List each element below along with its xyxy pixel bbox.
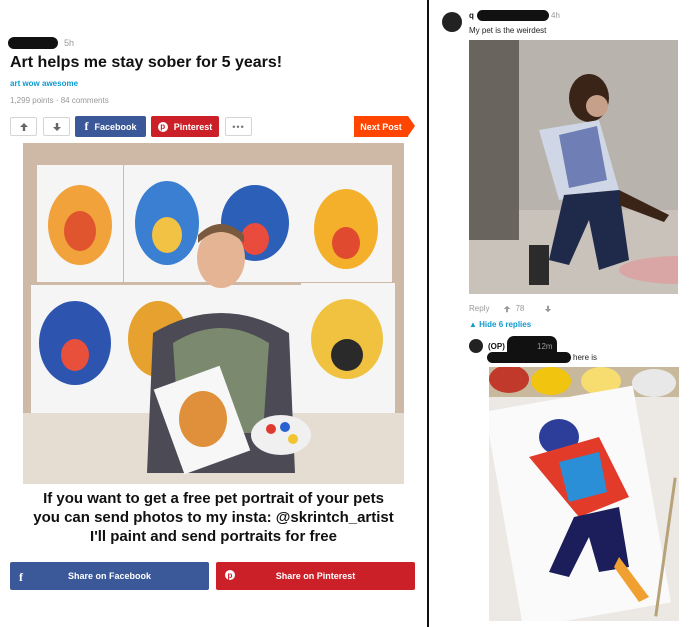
more-options-button[interactable]: ••• (225, 117, 252, 136)
share-on-facebook-button[interactable]: f Share on Facebook (10, 562, 209, 590)
op-badge: (OP) (488, 342, 505, 351)
down-arrow-icon (52, 122, 61, 131)
up-arrow-icon (19, 122, 28, 131)
reply-time: 12m (537, 342, 553, 351)
post-time: 5h (64, 38, 75, 48)
upvote-button[interactable] (10, 117, 37, 136)
comments-pane: q 4h My pet is the weirdest Reply 78 ▲ H… (429, 0, 700, 627)
up-arrow-icon[interactable] (503, 305, 511, 313)
avatar[interactable] (442, 12, 462, 32)
comment-text: My pet is the weirdest (469, 26, 547, 35)
share-on-pinterest-button[interactable]: p Share on Pinterest (216, 562, 415, 590)
redacted-text (487, 352, 571, 363)
facebook-label: Facebook (94, 121, 137, 132)
hide-replies-label: Hide 6 replies (479, 320, 532, 329)
reply-button[interactable]: Reply (469, 304, 489, 313)
downvote-button[interactable] (43, 117, 70, 136)
comment-image (469, 40, 678, 294)
redacted-username (477, 10, 549, 21)
pinterest-share-button[interactable]: p Pinterest (151, 116, 219, 137)
next-post-button[interactable]: Next Post (354, 116, 415, 137)
redacted-username (8, 37, 58, 49)
pinterest-icon: p (225, 570, 235, 580)
comment-author[interactable]: q (469, 11, 474, 20)
facebook-icon: f (84, 119, 89, 133)
caption-line-2: you can send photos to my insta: @skrint… (33, 509, 394, 526)
reply-image (489, 367, 679, 621)
pinterest-label: Pinterest (173, 121, 213, 132)
facebook-icon: f (19, 570, 23, 584)
post-title: Art helps me stay sober for 5 years! (10, 54, 283, 71)
post-image (23, 143, 404, 484)
facebook-share-button[interactable]: f Facebook (75, 116, 146, 137)
comment-actions: Reply 78 (469, 304, 552, 313)
caption-line-3: I'll paint and send portraits for free (90, 528, 337, 545)
pinterest-icon: p (157, 121, 168, 132)
share-facebook-label: Share on Facebook (67, 571, 152, 581)
author-row: 5h (8, 36, 74, 50)
hide-replies-link[interactable]: ▲ Hide 6 replies (469, 320, 531, 329)
post-pane: 5h Art helps me stay sober for 5 years! … (0, 0, 427, 627)
comment-time: 4h (551, 11, 560, 20)
caption-line-1: If you want to get a free pet portrait o… (43, 490, 384, 507)
post-meta: 1,299 points · 84 comments (10, 96, 109, 105)
comment-points: 78 (515, 304, 525, 313)
reply-text: here is (573, 353, 598, 362)
share-pinterest-label: Share on Pinterest (275, 571, 356, 581)
collapse-icon: ▲ (469, 320, 480, 329)
down-arrow-icon[interactable] (544, 305, 552, 313)
section-link[interactable]: art wow awesome (10, 79, 78, 88)
avatar[interactable] (469, 339, 483, 353)
